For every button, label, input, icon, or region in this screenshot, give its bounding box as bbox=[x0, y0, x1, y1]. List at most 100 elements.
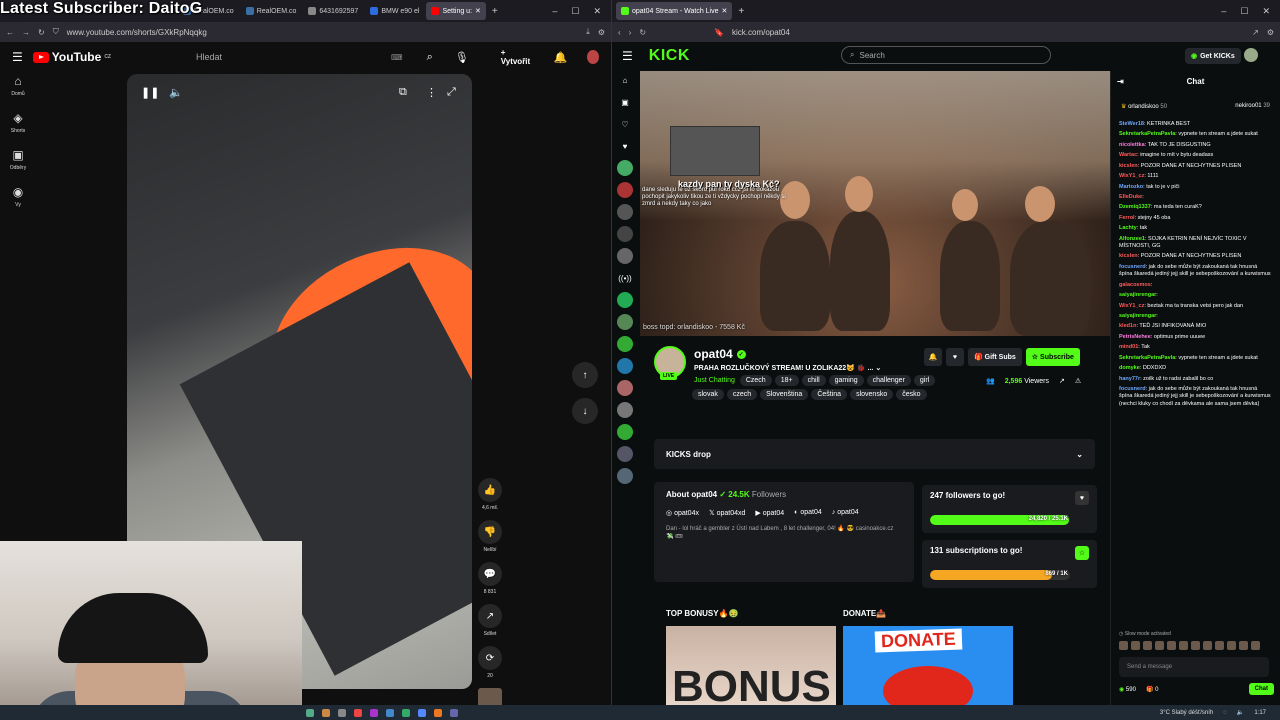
channel-avatar-2[interactable] bbox=[617, 182, 633, 198]
tag-pill[interactable]: Czech bbox=[739, 375, 772, 386]
emote[interactable] bbox=[1167, 641, 1176, 650]
maximize-icon[interactable]: ☐ bbox=[571, 6, 579, 17]
tag-pill[interactable]: girl bbox=[913, 375, 936, 386]
menu-icon[interactable]: ☰ bbox=[12, 50, 23, 64]
taskbar-app-icon[interactable] bbox=[386, 708, 394, 717]
social-instagram[interactable]: ◎ opat04x bbox=[666, 509, 699, 517]
channel-name[interactable]: opat04 ✓ bbox=[694, 347, 746, 361]
taskbar-app-icon[interactable] bbox=[434, 708, 442, 717]
back-icon[interactable]: ← bbox=[6, 28, 14, 37]
sidebar-item-subscriptions[interactable]: ▣ Odběry bbox=[0, 148, 36, 171]
chat-username[interactable]: focusnerd bbox=[1119, 264, 1146, 270]
emote[interactable] bbox=[1155, 641, 1164, 650]
home-icon[interactable]: ⌂ bbox=[617, 72, 633, 88]
reload-icon[interactable]: ↻ bbox=[639, 28, 646, 37]
chat-username[interactable]: Wartac bbox=[1119, 152, 1137, 158]
bookmark-icon[interactable]: 🔖 bbox=[714, 28, 724, 37]
collapse-chat-icon[interactable]: ⇥ bbox=[1117, 77, 1124, 86]
chat-username[interactable]: SekretarkaPetraPavla bbox=[1119, 131, 1175, 137]
report-icon[interactable]: ⚠ bbox=[1075, 377, 1081, 385]
chat-username[interactable]: Martozko bbox=[1119, 184, 1143, 190]
chat-username[interactable]: WixY1_cz bbox=[1119, 303, 1144, 309]
channel-avatar-11[interactable] bbox=[617, 402, 633, 418]
kicks-drop-panel[interactable]: KICKS drop ⌄ bbox=[654, 439, 1095, 469]
chat-send-button[interactable]: Chat bbox=[1248, 683, 1274, 695]
chat-username[interactable]: Ferrol bbox=[1119, 215, 1135, 221]
emote[interactable] bbox=[1203, 641, 1212, 650]
kick-logo[interactable]: KICK bbox=[649, 47, 690, 65]
share-icon[interactable]: ↗ bbox=[1059, 377, 1065, 385]
chat-message-input[interactable]: Send a message bbox=[1119, 657, 1269, 677]
channel-avatar-14[interactable] bbox=[617, 468, 633, 484]
chat-username[interactable]: mind01 bbox=[1119, 344, 1138, 350]
notification-bell-icon[interactable]: 🔔 bbox=[924, 348, 942, 366]
chevron-down-icon[interactable]: ⌄ bbox=[875, 365, 881, 372]
chat-username[interactable]: domyke bbox=[1119, 365, 1140, 371]
chat-username[interactable]: saiyajinrengar bbox=[1119, 313, 1156, 319]
keyboard-icon[interactable]: ⌨ bbox=[391, 53, 403, 62]
maximize-icon[interactable]: ☐ bbox=[1240, 6, 1248, 17]
close-window-icon[interactable]: ✕ bbox=[1262, 6, 1270, 17]
chat-username[interactable]: kled1n bbox=[1119, 323, 1136, 329]
close-tab-icon[interactable]: ✕ bbox=[722, 7, 728, 15]
get-kicks-button[interactable]: ◉ Get KICKs bbox=[1185, 48, 1241, 64]
tag-pill[interactable]: Čeština bbox=[811, 389, 848, 400]
subscribe-button[interactable]: ☆ Subscribe bbox=[1025, 348, 1080, 366]
taskbar-app-icon[interactable] bbox=[338, 708, 346, 717]
taskbar-app-icon[interactable] bbox=[354, 708, 362, 717]
channel-avatar-13[interactable] bbox=[617, 446, 633, 462]
tab-bmw[interactable]: BMW e90 el bbox=[365, 2, 424, 20]
chat-username[interactable]: SekretarkaPetraPavla bbox=[1119, 355, 1175, 361]
chat-username[interactable]: galacosmos bbox=[1119, 282, 1151, 288]
channel-avatar-7[interactable] bbox=[617, 314, 633, 330]
emote[interactable] bbox=[1179, 641, 1188, 650]
volume-icon[interactable]: 🔈 bbox=[1237, 709, 1244, 716]
tag-pill[interactable]: challenger bbox=[866, 375, 911, 386]
donate-panel-image[interactable]: DONATE bbox=[843, 626, 1013, 705]
taskbar-app-icon[interactable] bbox=[322, 708, 330, 717]
fullscreen-icon[interactable]: ⤢ bbox=[447, 86, 456, 99]
emote[interactable] bbox=[1251, 641, 1260, 650]
chat-username[interactable]: nicolettka bbox=[1119, 142, 1145, 148]
star-icon[interactable]: ☆ bbox=[1075, 546, 1089, 560]
emote[interactable] bbox=[1191, 641, 1200, 650]
chat-username[interactable]: saiyajinrengar bbox=[1119, 292, 1156, 298]
more-icon[interactable]: ⋮ bbox=[426, 86, 437, 99]
chat-username[interactable]: ElleDuke bbox=[1119, 194, 1142, 200]
category-link[interactable]: Just Chatting bbox=[692, 375, 737, 386]
following-icon[interactable]: ♡ bbox=[617, 116, 633, 132]
captions-icon[interactable]: ⧉ bbox=[399, 86, 407, 99]
chat-username[interactable]: hany77r bbox=[1119, 376, 1140, 382]
tag-pill[interactable]: 18+ bbox=[774, 375, 799, 386]
profile-avatar[interactable] bbox=[1244, 48, 1258, 62]
chat-username[interactable]: WixY1_cz bbox=[1119, 173, 1144, 179]
taskbar-app-icon[interactable] bbox=[402, 708, 410, 717]
notifications-icon[interactable]: 🔔 bbox=[553, 51, 567, 64]
remix-icon[interactable]: ⟳ bbox=[478, 646, 502, 670]
share-page-icon[interactable]: ↗ bbox=[1252, 28, 1259, 37]
tag-pill[interactable]: česko bbox=[896, 389, 927, 400]
emote[interactable] bbox=[1227, 641, 1236, 650]
sidebar-item-shorts[interactable]: ◈ Shorts bbox=[0, 111, 36, 134]
chat-username[interactable]: focusnerd bbox=[1119, 386, 1146, 392]
tag-pill[interactable]: slovak bbox=[692, 389, 724, 400]
sound-thumbnail[interactable] bbox=[478, 688, 502, 705]
mic-icon[interactable]: 🎙 bbox=[455, 51, 469, 64]
tab-kick-active[interactable]: opat04 Stream - Watch Live ✕ bbox=[616, 2, 733, 20]
pause-icon[interactable]: ❚❚ bbox=[141, 86, 159, 99]
forward-icon[interactable]: › bbox=[629, 28, 632, 37]
close-window-icon[interactable]: ✕ bbox=[593, 6, 601, 17]
channel-avatar-3[interactable] bbox=[617, 204, 633, 220]
minimize-icon[interactable]: – bbox=[1221, 6, 1226, 17]
channel-avatar-4[interactable] bbox=[617, 226, 633, 242]
taskbar-app-icon[interactable] bbox=[418, 708, 426, 717]
channel-avatar-8[interactable] bbox=[617, 336, 633, 352]
clock[interactable]: 1:17 bbox=[1254, 710, 1266, 716]
download-icon[interactable]: ⤓ bbox=[586, 27, 590, 37]
search-icon[interactable]: ⌕ bbox=[427, 51, 433, 64]
chat-username[interactable]: kicslen bbox=[1119, 253, 1138, 259]
sidebar-item-you[interactable]: ◉ Vy bbox=[0, 185, 36, 208]
chat-username[interactable]: Lachty bbox=[1119, 225, 1137, 231]
forward-icon[interactable]: → bbox=[22, 28, 30, 37]
emote[interactable] bbox=[1131, 641, 1140, 650]
